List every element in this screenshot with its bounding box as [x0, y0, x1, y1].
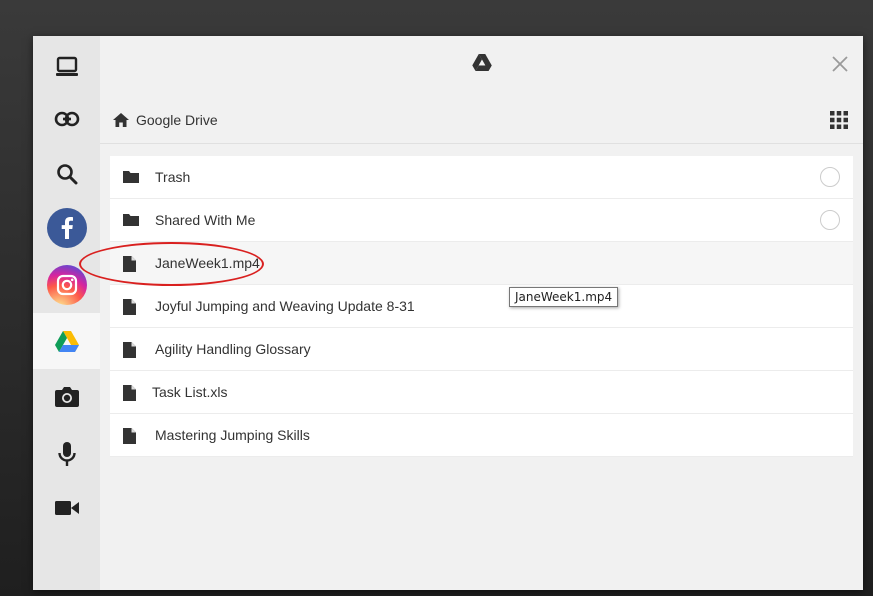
sidebar-item-link[interactable] [33, 91, 100, 147]
sidebar-item-camera[interactable] [33, 369, 100, 425]
file-icon [123, 385, 136, 406]
file-icon [123, 342, 136, 363]
instagram-icon [46, 265, 87, 305]
google-drive-icon [472, 54, 492, 76]
sidebar-item-search[interactable] [33, 146, 100, 202]
file-icon [123, 256, 136, 277]
modal-header [100, 36, 863, 92]
sidebar-item-audio[interactable] [33, 426, 100, 482]
list-item-label: Agility Handling Glossary [155, 341, 311, 357]
list-item-file[interactable]: Joyful Jumping and Weaving Update 8-31 [110, 285, 853, 328]
file-icon [123, 428, 136, 449]
sidebar-item-google-drive[interactable] [33, 313, 100, 369]
drive-browser: Google Drive Trash Shared With Me JaneWe… [100, 36, 863, 590]
folder-icon [123, 213, 139, 231]
camera-icon [54, 387, 79, 407]
source-sidebar [33, 36, 100, 590]
list-item-file[interactable]: Task List.xls [110, 371, 853, 414]
breadcrumb: Google Drive [100, 100, 863, 144]
list-item-label: Shared With Me [155, 212, 256, 228]
list-item-label: Joyful Jumping and Weaving Update 8-31 [155, 298, 415, 314]
file-icon [123, 299, 136, 320]
list-item-file[interactable]: JaneWeek1.mp4 [110, 242, 853, 285]
select-radio[interactable] [820, 210, 840, 230]
filename-tooltip: JaneWeek1.mp4 [509, 287, 619, 307]
list-item-file[interactable]: Agility Handling Glossary [110, 328, 853, 371]
list-item-label: Task List.xls [152, 384, 228, 400]
list-item-folder[interactable]: Trash [110, 156, 853, 199]
sidebar-item-video[interactable] [33, 480, 100, 536]
grid-view-icon[interactable] [829, 110, 851, 132]
home-icon[interactable] [113, 113, 129, 132]
facebook-icon [46, 208, 87, 248]
search-icon [56, 163, 78, 185]
folder-icon [123, 170, 139, 188]
link-icon [54, 111, 80, 127]
laptop-icon [55, 56, 79, 78]
file-list: Trash Shared With Me JaneWeek1.mp4 Joyfu… [110, 156, 853, 457]
list-item-folder[interactable]: Shared With Me [110, 199, 853, 242]
list-item-file[interactable]: Mastering Jumping Skills [110, 414, 853, 457]
list-item-label: Trash [155, 169, 191, 185]
select-radio[interactable] [820, 167, 840, 187]
sidebar-item-device[interactable] [33, 39, 100, 95]
microphone-icon [57, 441, 77, 467]
breadcrumb-root[interactable]: Google Drive [136, 112, 218, 128]
list-item-label: Mastering Jumping Skills [155, 427, 310, 443]
google-drive-icon [54, 330, 79, 352]
close-icon[interactable] [829, 53, 851, 75]
list-item-label: JaneWeek1.mp4 [155, 255, 260, 271]
file-picker-modal: Google Drive Trash Shared With Me JaneWe… [33, 36, 863, 590]
video-camera-icon [54, 500, 79, 516]
sidebar-item-facebook[interactable] [33, 200, 100, 256]
sidebar-item-instagram[interactable] [33, 257, 100, 313]
